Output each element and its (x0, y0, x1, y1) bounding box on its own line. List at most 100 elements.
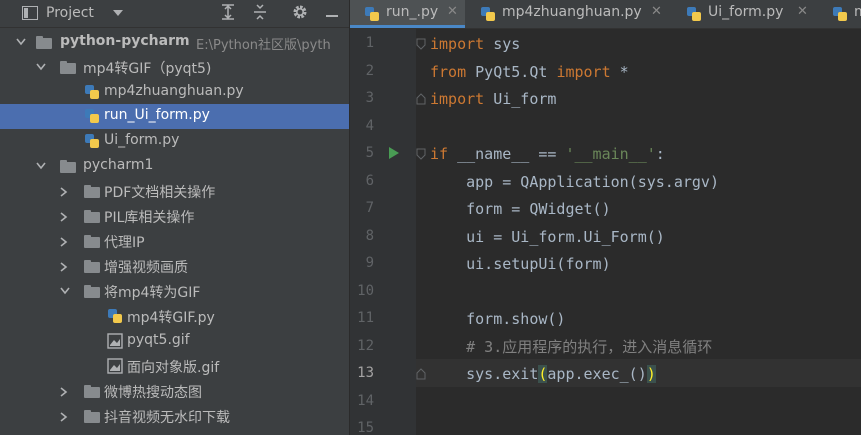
expand-arrow-icon[interactable] (60, 279, 72, 304)
line-number: 9 (365, 255, 374, 271)
keyword-token: import (556, 63, 611, 81)
line-number: 1 (365, 35, 374, 51)
fold-start-icon[interactable] (416, 148, 426, 160)
close-icon[interactable]: ✕ (651, 4, 662, 19)
fold-start-icon[interactable] (416, 38, 426, 50)
line-number: 12 (357, 338, 374, 354)
code-line-5[interactable]: if __name__ == '__main__': (430, 140, 665, 168)
code-token: : (655, 145, 665, 163)
minimize-icon[interactable] (322, 4, 342, 22)
line-number: 15 (357, 420, 374, 435)
fold-end-icon[interactable] (416, 368, 426, 380)
tree-item-pdf-ops[interactable]: PDF文档相关操作 (0, 179, 349, 204)
tree-item-proxy-ip[interactable]: 代理IP (0, 229, 349, 254)
python-file-icon (365, 7, 379, 21)
tab-label: m (854, 4, 861, 20)
tree-item-label: Ui_form.py (104, 132, 180, 148)
gear-icon[interactable] (290, 4, 310, 22)
code-token: sys.exit (430, 365, 539, 383)
project-panel-header: Project (0, 0, 349, 28)
folder-icon (84, 185, 100, 198)
tab-run-py[interactable]: run_.py ✕ (350, 0, 465, 28)
close-icon[interactable]: ✕ (447, 4, 458, 19)
tree-item-mp4-to-gif[interactable]: 将mp4转为GIF (0, 279, 349, 304)
collapsed-arrow-icon[interactable] (60, 204, 72, 229)
expand-all-icon[interactable] (218, 4, 238, 22)
tree-item-python-pycharm[interactable]: python-pycharm E:\Python社区版\pyth (0, 30, 349, 55)
code-line-7[interactable]: form = QWidget() (430, 195, 611, 223)
tree-item-weibo-hot[interactable]: 微博热搜动态图 (0, 379, 349, 404)
tab-label: run_.py (386, 4, 439, 20)
folder-icon (36, 36, 52, 49)
folder-icon (60, 160, 76, 173)
folder-icon (84, 210, 100, 223)
fold-end-icon[interactable] (416, 93, 426, 105)
tree-item-pil-ops[interactable]: PIL库相关操作 (0, 204, 349, 229)
collapsed-arrow-icon[interactable] (60, 254, 72, 279)
code-line-9[interactable]: ui.setupUi(form) (430, 250, 611, 278)
tree-item-video-enhance[interactable]: 增强视频画质 (0, 254, 349, 279)
tree-item-douyin-download[interactable]: 抖音视频无水印下载 (0, 404, 349, 429)
project-panel-title[interactable]: Project (46, 5, 94, 21)
tree-item-run-ui-form-py[interactable]: run_Ui_form.py (0, 104, 349, 129)
code-token: sys (484, 35, 521, 53)
editor-tab-bar: run_.py ✕ mp4zhuanghuan.py ✕ Ui_form.py … (350, 0, 861, 29)
string-token: '__main__' (565, 145, 656, 163)
python-file-icon (833, 7, 847, 21)
line-number: 7 (365, 200, 374, 216)
expand-arrow-icon[interactable] (36, 154, 48, 179)
image-file-icon (107, 358, 123, 374)
tab-mp4zhuanghuan-py[interactable]: mp4zhuanghuan.py ✕ (466, 0, 671, 28)
collapse-all-icon[interactable] (250, 4, 270, 22)
expand-arrow-icon[interactable] (36, 55, 48, 80)
close-icon[interactable]: ✕ (797, 4, 808, 19)
code-line-13[interactable]: sys.exit(app.exec_()) (430, 360, 656, 388)
expand-arrow-icon[interactable] (16, 30, 28, 55)
tree-item-label: python-pycharm (60, 33, 190, 49)
tree-item-pycharm1[interactable]: pycharm1 (0, 154, 349, 179)
line-number: 6 (365, 173, 374, 189)
keyword-token: from (430, 63, 467, 81)
code-line-2[interactable]: from PyQt5.Qt import * (430, 58, 629, 86)
collapsed-arrow-icon[interactable] (60, 379, 72, 404)
code-line-11[interactable]: form.show() (430, 305, 565, 333)
tab-truncated[interactable]: m (818, 0, 861, 28)
project-panel: Project python-pycharm E:\Python社区版\pyth (0, 0, 349, 435)
folder-icon (60, 61, 76, 74)
folder-icon (84, 235, 100, 248)
code-comment-line-12[interactable]: # 3.应用程序的执行，进入消息循环 (430, 333, 712, 361)
collapsed-arrow-icon[interactable] (60, 404, 72, 429)
keyword-token: import (430, 35, 485, 53)
python-file-icon (85, 109, 99, 123)
collapsed-arrow-icon[interactable] (60, 179, 72, 204)
keyword-token: import (430, 90, 485, 108)
tree-item-mp4-gif-py[interactable]: mp4转GIF.py (0, 304, 349, 329)
code-line-6[interactable]: app = QApplication(sys.argv) (430, 168, 719, 196)
chevron-down-icon[interactable] (113, 10, 123, 17)
code-token: * (610, 63, 629, 81)
run-icon[interactable] (388, 146, 400, 160)
line-number: 8 (365, 228, 374, 244)
tree-item-mp4-gif-pyqt5[interactable]: mp4转GIF（pyqt5) (0, 55, 349, 80)
tree-item-oop-gif[interactable]: 面向对象版.gif (0, 354, 349, 379)
tab-ui-form-py[interactable]: Ui_form.py ✕ (672, 0, 817, 28)
code-line-8[interactable]: ui = Ui_form.Ui_Form() (430, 223, 665, 251)
code-token: Ui_form (484, 90, 557, 108)
folder-icon (84, 285, 100, 298)
tree-item-label: PIL库相关操作 (104, 210, 195, 226)
code-token: app.exec_() (547, 365, 647, 383)
tree-item-label: 抖音视频无水印下载 (104, 410, 230, 426)
line-number: 2 (365, 63, 374, 79)
line-number: 11 (357, 310, 374, 326)
tree-item-label: pycharm1 (83, 157, 154, 173)
line-number: 4 (365, 118, 374, 134)
tree-item-pyqt5-gif[interactable]: pyqt5.gif (0, 329, 349, 354)
code-line-3[interactable]: import Ui_form (430, 85, 556, 113)
code-line-1[interactable]: import sys (430, 30, 520, 58)
collapsed-arrow-icon[interactable] (60, 229, 72, 254)
tree-item-label: run_Ui_form.py (104, 107, 210, 123)
tree-item-ui-form-py[interactable]: Ui_form.py (0, 129, 349, 154)
tab-label: Ui_form.py (708, 4, 784, 20)
tree-item-mp4zhuanghuan-py[interactable]: mp4zhuanghuan.py (0, 80, 349, 105)
python-file-icon (687, 7, 701, 21)
